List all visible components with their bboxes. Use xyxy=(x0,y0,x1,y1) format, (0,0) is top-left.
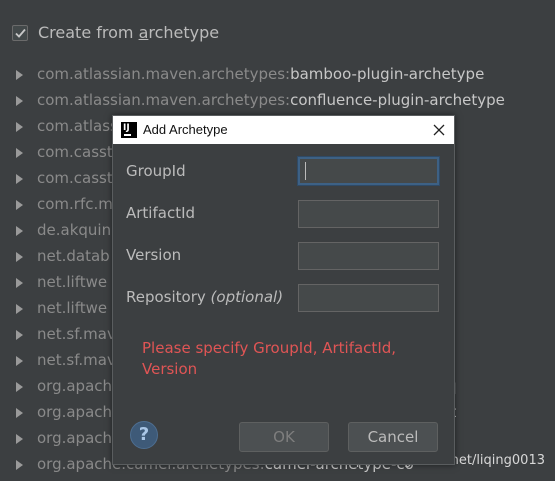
create-from-archetype-row[interactable]: Create from archetype xyxy=(0,0,555,62)
archetype-group-id: com.atlassian.maven.archetypes: xyxy=(37,91,291,109)
expand-arrow-icon[interactable] xyxy=(16,148,23,158)
archetype-group-id: org.apach xyxy=(37,377,113,395)
expand-arrow-icon[interactable] xyxy=(16,278,23,288)
help-button[interactable]: ? xyxy=(130,421,158,449)
archetype-group-id: de.akquin xyxy=(37,221,112,239)
add-archetype-dialog: IJ Add Archetype GroupId ArtifactId Vers… xyxy=(112,115,455,465)
dialog-titlebar: IJ Add Archetype xyxy=(113,116,454,144)
groupid-label: GroupId xyxy=(126,162,186,180)
close-button[interactable] xyxy=(429,120,449,140)
archetype-group-id: net.sf.mav xyxy=(37,325,116,343)
archetype-group-id: net.liftwe xyxy=(37,273,108,291)
repository-optional-hint: (optional) xyxy=(210,288,284,306)
cancel-button[interactable]: Cancel xyxy=(348,422,438,452)
archetype-group-id: com.atlassian.maven.archetypes: xyxy=(37,65,291,83)
archetype-group-id: org.apach xyxy=(37,429,113,447)
intellij-app-icon: IJ xyxy=(121,122,137,138)
checkmark-icon xyxy=(15,28,26,38)
create-from-archetype-checkbox[interactable] xyxy=(12,25,28,41)
version-label: Version xyxy=(126,246,182,264)
expand-arrow-icon[interactable] xyxy=(16,200,23,210)
archetype-artifact-id: bamboo-plugin-archetype xyxy=(290,65,485,83)
archetype-group-id: net.datab xyxy=(37,247,110,265)
expand-arrow-icon[interactable] xyxy=(16,408,23,418)
archetype-group-id: org.apach xyxy=(37,403,113,421)
close-icon xyxy=(433,124,445,136)
archetype-group-id: net.sf.mav xyxy=(37,351,116,369)
expand-arrow-icon[interactable] xyxy=(16,252,23,262)
archetype-group-id: com.rfc.m xyxy=(37,195,113,213)
expand-arrow-icon[interactable] xyxy=(16,122,23,132)
dialog-title: Add Archetype xyxy=(143,122,228,137)
expand-arrow-icon[interactable] xyxy=(16,434,23,444)
archetype-group-id: net.liftwe xyxy=(37,299,108,317)
tree-row[interactable]: com.atlassian.maven.archetypes:confluenc… xyxy=(0,88,555,114)
expand-arrow-icon[interactable] xyxy=(16,174,23,184)
create-from-archetype-label: Create from archetype xyxy=(38,23,220,42)
repository-label: Repository (optional) xyxy=(126,288,284,306)
archetype-group-id: com.atlass xyxy=(37,117,118,135)
expand-arrow-icon[interactable] xyxy=(16,226,23,236)
ok-button[interactable]: OK xyxy=(239,422,329,452)
expand-arrow-icon[interactable] xyxy=(16,460,23,470)
artifactid-label: ArtifactId xyxy=(126,204,196,222)
expand-arrow-icon[interactable] xyxy=(16,330,23,340)
version-input[interactable] xyxy=(298,242,439,270)
archetype-group-id: com.casst xyxy=(37,143,113,161)
expand-arrow-icon[interactable] xyxy=(16,304,23,314)
text-caret xyxy=(305,162,306,180)
validation-error: Please specify GroupId, ArtifactId, Vers… xyxy=(142,339,397,378)
expand-arrow-icon[interactable] xyxy=(16,70,23,80)
archetype-artifact-id: confluence-plugin-archetype xyxy=(290,91,505,109)
groupid-input[interactable] xyxy=(298,157,439,185)
expand-arrow-icon[interactable] xyxy=(16,356,23,366)
archetype-group-id: com.casst xyxy=(37,169,113,187)
repository-input[interactable] xyxy=(298,284,439,312)
artifactid-input[interactable] xyxy=(298,200,439,228)
tree-row[interactable]: com.atlassian.maven.archetypes:bamboo-pl… xyxy=(0,62,555,88)
expand-arrow-icon[interactable] xyxy=(16,382,23,392)
expand-arrow-icon[interactable] xyxy=(16,96,23,106)
